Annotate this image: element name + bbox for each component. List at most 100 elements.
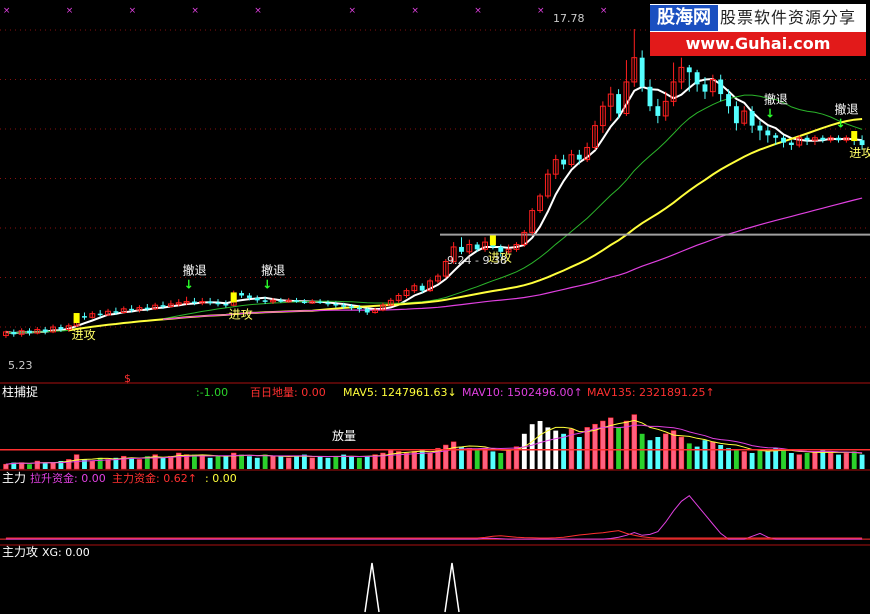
volume-bar <box>623 420 630 470</box>
volume-bar <box>419 449 425 469</box>
retreat-arrow: ↓ <box>836 116 846 130</box>
volume-bar <box>678 436 685 470</box>
candle-body <box>686 67 692 73</box>
volume-bar <box>215 456 221 469</box>
candle-body <box>655 106 661 116</box>
volume-bar <box>105 459 111 470</box>
range-price-label: 9.24 - 9.38 <box>447 254 507 267</box>
retreat-label: 撤退 <box>764 92 788 107</box>
volume-bar <box>710 441 716 470</box>
volume-panel-title: 柱捕捉 <box>2 384 38 399</box>
retreat-label: 撤退 <box>835 101 859 116</box>
volume-bar <box>356 457 362 469</box>
candle-body <box>301 301 307 304</box>
volume-bar <box>765 451 771 469</box>
volume-legend-1: 百日地量: 0.00 <box>250 386 326 399</box>
top-marker: × <box>254 6 262 16</box>
candle-body <box>223 303 229 306</box>
volume-bar <box>702 440 708 469</box>
mainforce-series-0 <box>5 495 863 540</box>
high-price-label: 17.78 <box>553 12 585 25</box>
xg-spikes <box>364 562 460 613</box>
volume-bar <box>561 433 567 469</box>
candle-body <box>639 57 645 87</box>
candle-body <box>349 306 354 308</box>
candle-body <box>246 295 252 298</box>
candle-body <box>317 301 323 304</box>
volume-legend-3: MAV10: 1502496.00↑ <box>462 386 583 399</box>
candle-body <box>726 94 731 107</box>
xg-spike <box>364 562 380 613</box>
volume-bar <box>278 456 284 469</box>
volume-bar <box>836 454 841 469</box>
attack-bar <box>489 235 496 246</box>
candle-body <box>262 300 268 302</box>
chart-canvas: ××××××××××××× 进攻进攻进攻进攻↓撤退↓撤退↓撤退↓撤退 17.78… <box>0 6 870 613</box>
attack-label: 进攻 <box>229 307 253 321</box>
volume-bar <box>859 454 865 469</box>
retreat-label: 撤退 <box>261 263 285 278</box>
volume-bar <box>333 456 339 469</box>
candle-body <box>647 86 653 107</box>
ma-line-5 <box>5 77 863 335</box>
volume-bar <box>239 454 244 469</box>
mainforce-legend-2: : 0.00 <box>205 472 237 485</box>
candle-body <box>333 303 339 306</box>
attack-legend-0: XG: 0.00 <box>42 546 90 559</box>
volume-bar <box>796 454 802 470</box>
volume-bar <box>364 456 370 469</box>
volume-ma-5 <box>5 419 863 465</box>
volume-bar <box>395 451 402 470</box>
attack-bar <box>230 292 237 303</box>
candle-body <box>459 246 464 252</box>
top-marker: × <box>411 6 419 16</box>
mainforce-series-1 <box>5 530 863 539</box>
watermark-top-row: 股海网 股票软件资源分享 <box>650 4 866 32</box>
watermark-tagline: 股票软件资源分享 <box>720 8 857 27</box>
xg-spike <box>444 562 460 613</box>
volume-bar <box>521 433 527 469</box>
volume-legend-2: MAV5: 1247961.63↓ <box>343 386 457 399</box>
attack-label: 进攻 <box>72 328 96 342</box>
volume-legend-0: :-1.00 <box>196 386 228 399</box>
volume-bar <box>482 447 488 470</box>
candle-body <box>836 137 841 141</box>
candle-body <box>215 302 221 305</box>
candle-body <box>239 293 244 296</box>
candle-body <box>749 111 755 126</box>
volume-bar <box>631 414 637 470</box>
candle-body <box>788 142 794 146</box>
candle-body <box>757 125 763 131</box>
candle-body <box>702 84 708 92</box>
ma-line-80 <box>162 197 863 320</box>
candle-body <box>364 308 370 313</box>
candle-body <box>58 327 64 330</box>
candle-body <box>561 159 567 165</box>
candle-body <box>356 307 362 310</box>
volume-bar <box>192 454 197 469</box>
candle-body <box>192 301 197 304</box>
top-marker: × <box>537 6 545 16</box>
volume-bar <box>545 427 551 469</box>
volume-bar <box>199 455 205 470</box>
volume-bar <box>655 437 661 469</box>
volume-bar <box>781 449 786 469</box>
candle-body <box>419 285 425 291</box>
volume-bar <box>851 451 857 469</box>
candle-body <box>733 106 739 124</box>
volume-bar <box>529 424 535 469</box>
volume-bar <box>136 459 143 470</box>
volume-bar <box>427 452 433 470</box>
volume-bar <box>89 460 96 470</box>
watermark-url: www.Guhai.com <box>650 32 866 56</box>
candle-body <box>694 72 700 85</box>
volume-bar <box>639 433 645 469</box>
volume-bar <box>490 451 496 469</box>
volume-bar <box>741 451 747 470</box>
volume-bar <box>576 437 582 469</box>
volume-bar <box>812 451 818 470</box>
volume-bar <box>129 457 135 469</box>
volume-bar <box>686 443 692 469</box>
candle-body <box>859 140 865 146</box>
volume-bar <box>262 454 268 469</box>
